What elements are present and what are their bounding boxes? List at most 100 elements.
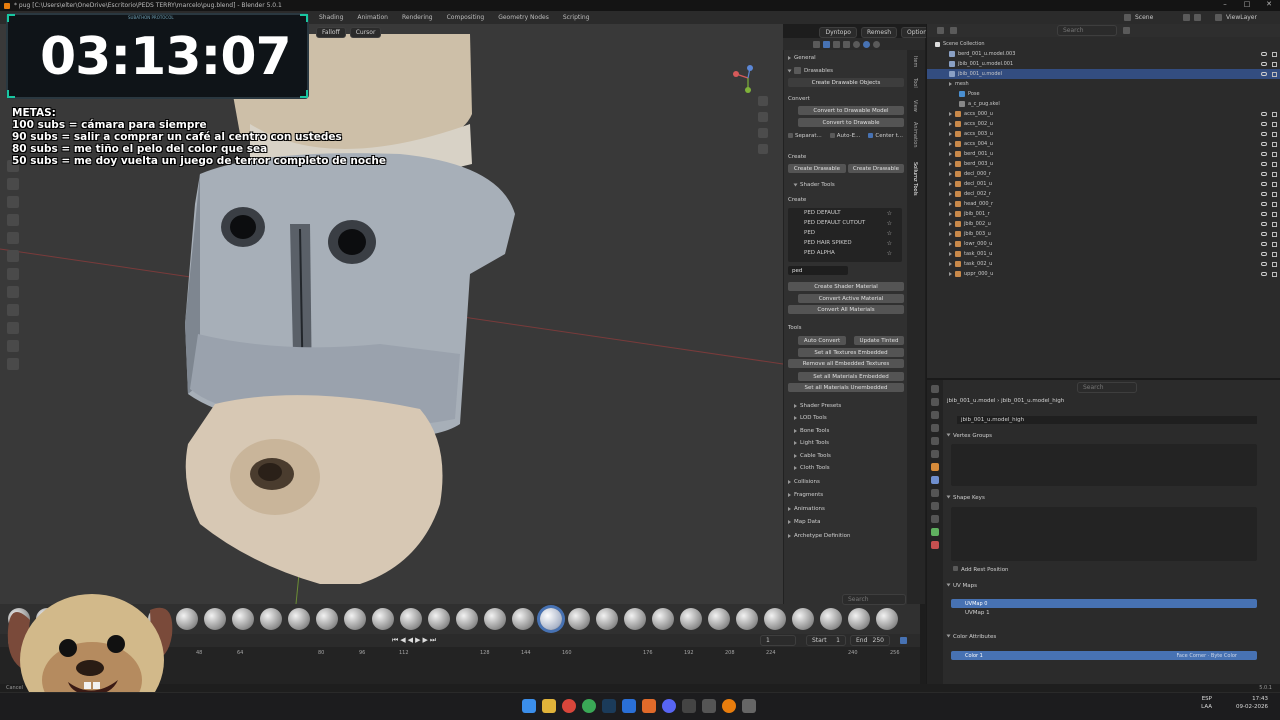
convert-active-material-button[interactable]: Convert Active Material xyxy=(798,294,904,303)
data-tab-icon[interactable] xyxy=(931,528,939,536)
subpanel-bone-tools[interactable]: Bone Tools xyxy=(794,426,829,435)
set-all-materials-embedded-button[interactable]: Set all Materials Embedded xyxy=(798,372,904,381)
convert-all-materials-button[interactable]: Convert All Materials xyxy=(788,305,904,314)
brush-icon[interactable] xyxy=(428,608,450,630)
copy-icon[interactable] xyxy=(1183,14,1190,21)
keying-icon[interactable] xyxy=(900,637,907,644)
visibility-eye-icon[interactable] xyxy=(1261,272,1267,276)
remove-embedded-textures-button[interactable]: Remove all Embedded Textures xyxy=(788,359,904,368)
delete-icon[interactable] xyxy=(1194,14,1201,21)
outliner-row[interactable]: accs_002_u xyxy=(927,119,1280,129)
visibility-eye-icon[interactable] xyxy=(1261,262,1267,266)
visibility-eye-icon[interactable] xyxy=(1261,72,1267,76)
visibility-eye-icon[interactable] xyxy=(1261,112,1267,116)
tab-compositing[interactable]: Compositing xyxy=(440,14,492,21)
render-camera-icon[interactable] xyxy=(1272,51,1277,57)
star-icon[interactable]: ☆ xyxy=(887,250,892,257)
mask-tool-icon[interactable] xyxy=(7,178,19,190)
minimize-icon[interactable]: – xyxy=(1214,0,1236,8)
vertex-groups-header[interactable]: Vertex Groups xyxy=(946,433,992,439)
trim-tool-icon[interactable] xyxy=(7,268,19,280)
tab-animation[interactable]: Animation xyxy=(912,122,918,148)
modifier-tab-icon[interactable] xyxy=(931,476,939,484)
brush-icon[interactable] xyxy=(288,608,310,630)
render-camera-icon[interactable] xyxy=(1272,271,1277,277)
transform-tool-icon[interactable] xyxy=(7,340,19,352)
visibility-eye-icon[interactable] xyxy=(1261,252,1267,256)
brush-icon[interactable] xyxy=(344,608,366,630)
close-icon[interactable]: ✕ xyxy=(1258,0,1280,8)
shape-keys-list[interactable] xyxy=(951,507,1257,561)
brush-icon[interactable] xyxy=(708,608,730,630)
outliner-row[interactable]: jbib_001_r xyxy=(927,209,1280,219)
render-camera-icon[interactable] xyxy=(1272,71,1277,77)
move-tool-icon[interactable] xyxy=(7,286,19,298)
convert-to-drawable-model-button[interactable]: Convert to Drawable Model xyxy=(798,106,904,115)
app-icon[interactable] xyxy=(742,699,756,713)
annotate-tool-icon[interactable] xyxy=(7,358,19,370)
outliner-row[interactable]: uppr_000_u xyxy=(927,269,1280,279)
star-icon[interactable]: ☆ xyxy=(887,220,892,227)
tab-geometry-nodes[interactable]: Geometry Nodes xyxy=(491,14,556,21)
uv-map-item[interactable]: UVMap 1 xyxy=(965,610,990,616)
color-attribute-item-selected[interactable]: Color 1 Face Corner · Byte Color xyxy=(951,651,1257,660)
tab-view[interactable]: View xyxy=(912,100,918,112)
brush-icon[interactable] xyxy=(652,608,674,630)
checkbox[interactable] xyxy=(829,133,835,138)
brush-icon[interactable] xyxy=(512,608,534,630)
shading-material-icon[interactable] xyxy=(863,40,870,48)
brush-icon[interactable] xyxy=(568,608,590,630)
list-item[interactable]: PED ☆ xyxy=(788,228,902,238)
outliner-row[interactable]: berd_001_u xyxy=(927,149,1280,159)
tab-sollumz-tools[interactable]: Sollumz Tools xyxy=(912,162,918,196)
dyntopo-toggle[interactable]: Dyntopo xyxy=(819,26,857,38)
render-camera-icon[interactable] xyxy=(1272,251,1277,257)
render-camera-icon[interactable] xyxy=(1272,221,1277,227)
checkbox-checked[interactable] xyxy=(868,133,874,138)
brush-icon[interactable] xyxy=(624,608,646,630)
zoom-icon[interactable] xyxy=(758,96,768,106)
box-mask-icon[interactable] xyxy=(7,214,19,226)
blender-taskbar-icon[interactable] xyxy=(722,699,736,713)
pan-hand-icon[interactable] xyxy=(758,112,768,122)
particles-tab-icon[interactable] xyxy=(931,489,939,497)
checkbox[interactable] xyxy=(788,133,793,138)
color-attributes-header[interactable]: Color Attributes xyxy=(946,634,996,640)
set-all-textures-embedded-button[interactable]: Set all Textures Embedded xyxy=(798,348,904,357)
render-camera-icon[interactable] xyxy=(1272,181,1277,187)
subpanel-lod-tools[interactable]: LOD Tools xyxy=(794,413,827,422)
visibility-eye-icon[interactable] xyxy=(1261,152,1267,156)
render-camera-icon[interactable] xyxy=(1272,191,1277,197)
visibility-eye-icon[interactable] xyxy=(1261,202,1267,206)
outliner-row[interactable]: decl_000_r xyxy=(927,169,1280,179)
shader-search-input[interactable]: ped xyxy=(788,266,848,275)
brush-icon[interactable] xyxy=(400,608,422,630)
tab-item[interactable]: Item xyxy=(912,56,918,67)
render-camera-icon[interactable] xyxy=(1272,121,1277,127)
brush-icon[interactable] xyxy=(372,608,394,630)
outliner-row[interactable]: decl_002_r xyxy=(927,189,1280,199)
brush-icon[interactable] xyxy=(232,608,254,630)
steam-icon[interactable] xyxy=(602,699,616,713)
render-camera-icon[interactable] xyxy=(1272,241,1277,247)
visibility-eye-icon[interactable] xyxy=(1261,242,1267,246)
scale-tool-icon[interactable] xyxy=(7,322,19,334)
render-tab-icon[interactable] xyxy=(931,398,939,406)
general-section[interactable]: General xyxy=(788,53,816,62)
perspective-toggle-icon[interactable] xyxy=(758,144,768,154)
create-drawable-button-2[interactable]: Create Drawable xyxy=(848,164,904,173)
rotate-tool-icon[interactable] xyxy=(7,304,19,316)
toggle-icon[interactable] xyxy=(823,40,830,48)
visibility-eye-icon[interactable] xyxy=(1261,212,1267,216)
render-camera-icon[interactable] xyxy=(1272,211,1277,217)
update-tinted-button[interactable]: Update Tinted xyxy=(854,336,904,345)
physics-tab-icon[interactable] xyxy=(931,502,939,510)
current-frame-field[interactable]: 1 xyxy=(760,635,796,646)
toggle-icon[interactable] xyxy=(813,40,820,48)
shader-tools-section[interactable]: Shader Tools xyxy=(793,180,835,189)
brush-icon[interactable] xyxy=(820,608,842,630)
overlay-icon[interactable] xyxy=(833,40,840,48)
vertex-groups-list[interactable] xyxy=(951,444,1257,486)
face-set-tool-icon[interactable] xyxy=(7,196,19,208)
lasso-mask-icon[interactable] xyxy=(7,232,19,244)
